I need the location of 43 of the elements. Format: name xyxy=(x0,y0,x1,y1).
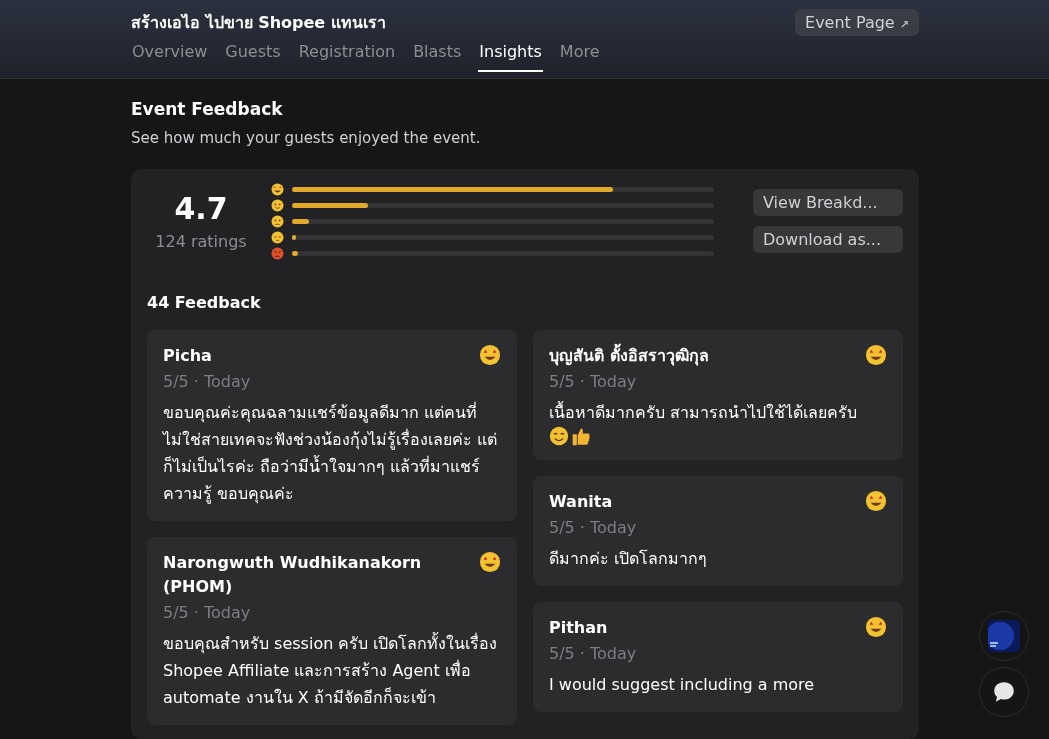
smiling-face-icon xyxy=(549,426,569,446)
guest-name: Picha xyxy=(163,345,212,367)
feedback-text: ขอบคุณค่ะคุณฉลามแชร์ข้อมูลดีมาก แต่คนที่ไม่ใช่สายเทคจะฟังช่วงน้องกุ้งไม่รู้เรื่องเลยค่ะ แต่ก็ไม่เป็นไรค่ะ ถือว่ามีน้ำใจมากๆ แล้วที่มาแชร์ความรู้ ขอบคุณค่ะ xyxy=(163,401,499,506)
tab[interactable]: Insights xyxy=(478,40,543,72)
view-breakdown-button[interactable]: View Breakd... xyxy=(753,189,903,216)
rating-date: 5/5 · Today xyxy=(549,372,637,391)
star-struck-face-icon xyxy=(479,551,501,573)
disappointed-face-icon xyxy=(271,230,284,244)
guest-name: Pithan xyxy=(549,617,608,639)
section-subtitle: See how much your guests enjoyed the event. xyxy=(131,129,482,147)
rating-date: 5/5 · Today xyxy=(163,603,251,622)
tab[interactable]: Guests xyxy=(224,40,282,72)
slight-frown-face-icon xyxy=(271,214,284,228)
tab[interactable]: Registration xyxy=(297,40,397,72)
angry-face-icon xyxy=(271,246,284,260)
download-button[interactable]: Download as... xyxy=(753,226,903,253)
star-struck-face-icon xyxy=(865,490,887,512)
feedback-count: 44 Feedback xyxy=(147,293,262,312)
section-title: Event Feedback xyxy=(131,99,284,119)
tab[interactable]: More xyxy=(558,40,601,72)
rating-date: 5/5 · Today xyxy=(549,644,637,663)
rating-date: 5/5 · Today xyxy=(163,372,251,391)
event-title: สร้างเอไอ ไปขาย Shopee แทนเรา xyxy=(131,11,386,34)
chat-button[interactable] xyxy=(979,667,1029,717)
event-page-button[interactable]: Event Page ↗ xyxy=(795,8,919,36)
guest-name: Narongwuth Wudhikanakorn (PHOM) xyxy=(163,552,423,598)
tab[interactable]: Overview xyxy=(131,40,209,72)
feedback-text: ดีมากค่ะ เปิดโลกมากๆ xyxy=(549,548,709,570)
feedback-text: เนื้อหาดีมากครับ สามารถนำไปใช้ได้เลยครับ xyxy=(549,400,859,424)
rating-date: 5/5 · Today xyxy=(549,518,637,537)
ratings-count: 124 ratings xyxy=(155,232,247,251)
star-struck-face-icon xyxy=(271,182,284,196)
average-score: 4.7 xyxy=(174,191,228,226)
star-struck-face-icon xyxy=(479,344,501,366)
feedback-text: ขอบคุณสำหรับ session ครับ เปิดโลกทั้งในเรื่อง Shopee Affiliate และการสร้าง Agent เพื่อ automate งานใน X ถ้ามีจัดอีกก็จะเข้า xyxy=(163,631,499,709)
feedback-text: I would suggest including a more xyxy=(549,674,816,696)
thumbs-up-icon xyxy=(571,426,591,446)
guest-name: บุญสันติ ตั้งอิสราวุฒิกุล xyxy=(549,344,709,368)
star-struck-face-icon xyxy=(865,616,887,638)
tab[interactable]: Blasts xyxy=(412,40,463,72)
star-struck-face-icon xyxy=(865,344,887,366)
guest-name: Wanita xyxy=(549,491,613,513)
slight-smile-face-icon xyxy=(271,198,284,212)
